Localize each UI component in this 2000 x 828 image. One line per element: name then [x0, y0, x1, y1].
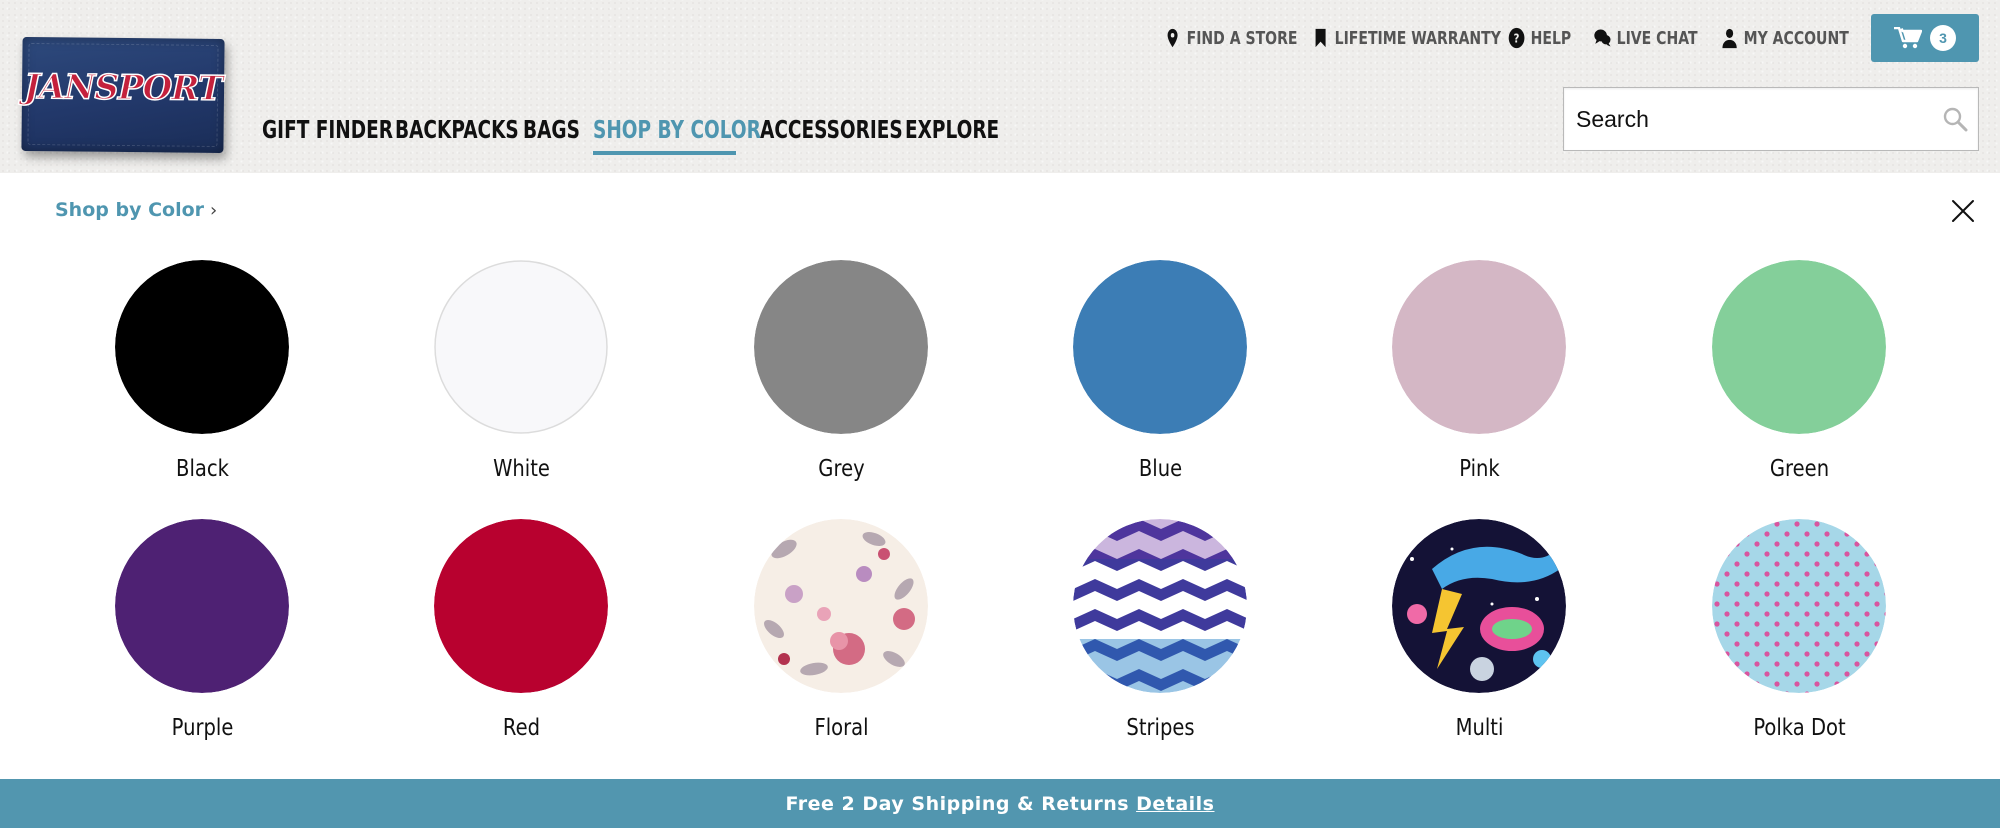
- nav-shop-by-color[interactable]: SHOP BY COLOR: [593, 113, 761, 145]
- breadcrumb[interactable]: Shop by Color ›: [55, 198, 217, 222]
- color-label-red: Red: [502, 715, 541, 741]
- jansport-logo[interactable]: JANSPORT: [21, 36, 225, 154]
- user-icon: [1722, 28, 1737, 49]
- nav-bags[interactable]: BAGS: [523, 113, 580, 145]
- color-label-polka-dot: Polka Dot: [1753, 715, 1846, 741]
- chevron-pattern-image: [1073, 519, 1247, 693]
- lifetime-warranty-link[interactable]: LIFETIME WARRANTY: [1312, 24, 1501, 52]
- site-header: JANSPORT FIND A STORE LIFETIME WARRANTY …: [0, 0, 2000, 173]
- find-a-store-label: FIND A STORE: [1186, 27, 1298, 49]
- purple-swatch-circle: [115, 519, 289, 693]
- color-label-stripes: Stripes: [1126, 715, 1195, 741]
- red-swatch-circle: [434, 519, 608, 693]
- cart-count-badge: 3: [1930, 25, 1956, 51]
- color-label-black: Black: [176, 456, 229, 482]
- chat-bubbles-icon: [1594, 29, 1611, 47]
- nav-accessories[interactable]: ACCESSORIES: [760, 113, 903, 145]
- breadcrumb-label: Shop by Color: [55, 199, 205, 221]
- bookmark-icon: [1315, 28, 1326, 48]
- find-a-store-link[interactable]: FIND A STORE: [1164, 24, 1298, 52]
- color-swatch-grey[interactable]: Grey: [754, 260, 929, 482]
- help-label: HELP: [1530, 27, 1572, 49]
- color-swatch-stripes[interactable]: Stripes: [1073, 519, 1248, 741]
- color-label-green: Green: [1769, 456, 1830, 482]
- chevron-right-icon: ›: [210, 199, 218, 221]
- search-icon[interactable]: [1942, 106, 1968, 132]
- pink-swatch-circle: [1392, 260, 1566, 434]
- svg-text:?: ?: [1514, 30, 1520, 46]
- floral-pattern-image: [754, 519, 928, 693]
- green-swatch-circle: [1712, 260, 1886, 434]
- nav-backpacks[interactable]: BACKPACKS: [395, 113, 519, 145]
- grey-swatch-circle: [754, 260, 928, 434]
- map-pin-icon: [1167, 28, 1178, 48]
- my-account-link[interactable]: MY ACCOUNT: [1721, 24, 1849, 52]
- color-swatch-white[interactable]: White: [434, 260, 609, 482]
- my-account-label: MY ACCOUNT: [1743, 27, 1849, 49]
- color-swatch-floral[interactable]: Floral: [754, 519, 929, 741]
- cart-button[interactable]: 3: [1871, 14, 1979, 62]
- close-icon[interactable]: [1950, 198, 1976, 224]
- black-swatch-circle: [115, 260, 289, 434]
- color-label-floral: Floral: [814, 715, 869, 741]
- lifetime-warranty-label: LIFETIME WARRANTY: [1334, 27, 1501, 49]
- color-label-blue: Blue: [1138, 456, 1183, 482]
- live-chat-label: LIVE CHAT: [1616, 27, 1698, 49]
- help-circle-icon: ?: [1508, 27, 1525, 49]
- color-swatch-polka-dot[interactable]: Polka Dot: [1712, 519, 1887, 741]
- color-swatch-red[interactable]: Red: [434, 519, 609, 741]
- color-swatch-blue[interactable]: Blue: [1073, 260, 1248, 482]
- nav-explore[interactable]: EXPLORE: [905, 113, 999, 145]
- live-chat-link[interactable]: LIVE CHAT: [1594, 24, 1698, 52]
- color-label-grey: Grey: [818, 456, 865, 482]
- search-box: [1563, 87, 1979, 151]
- color-swatch-pink[interactable]: Pink: [1392, 260, 1567, 482]
- cart-icon: [1894, 27, 1922, 49]
- color-swatch-purple[interactable]: Purple: [115, 519, 290, 741]
- nav-gift-finder[interactable]: GIFT FINDER: [262, 113, 393, 145]
- shipping-details-link[interactable]: Details: [1136, 793, 1214, 815]
- color-label-white: White: [493, 456, 550, 482]
- white-swatch-circle: [434, 260, 608, 434]
- free-shipping-bar: Free 2 Day Shipping & Returns Details: [0, 779, 2000, 828]
- multi-pattern-image: [1392, 519, 1566, 693]
- color-label-pink: Pink: [1459, 456, 1500, 482]
- color-label-purple: Purple: [171, 715, 234, 741]
- search-input[interactable]: [1564, 88, 1924, 150]
- color-swatch-multi[interactable]: Multi: [1392, 519, 1567, 741]
- active-nav-underline: [593, 151, 736, 155]
- free-shipping-text: Free 2 Day Shipping & Returns: [785, 792, 1130, 815]
- blue-swatch-circle: [1073, 260, 1247, 434]
- help-link[interactable]: ? HELP: [1508, 24, 1571, 52]
- color-swatch-black[interactable]: Black: [115, 260, 290, 482]
- logo-wordmark: JANSPORT: [23, 66, 223, 110]
- color-swatch-green[interactable]: Green: [1712, 260, 1887, 482]
- polka-dot-pattern-image: [1712, 519, 1886, 693]
- color-label-multi: Multi: [1455, 715, 1504, 741]
